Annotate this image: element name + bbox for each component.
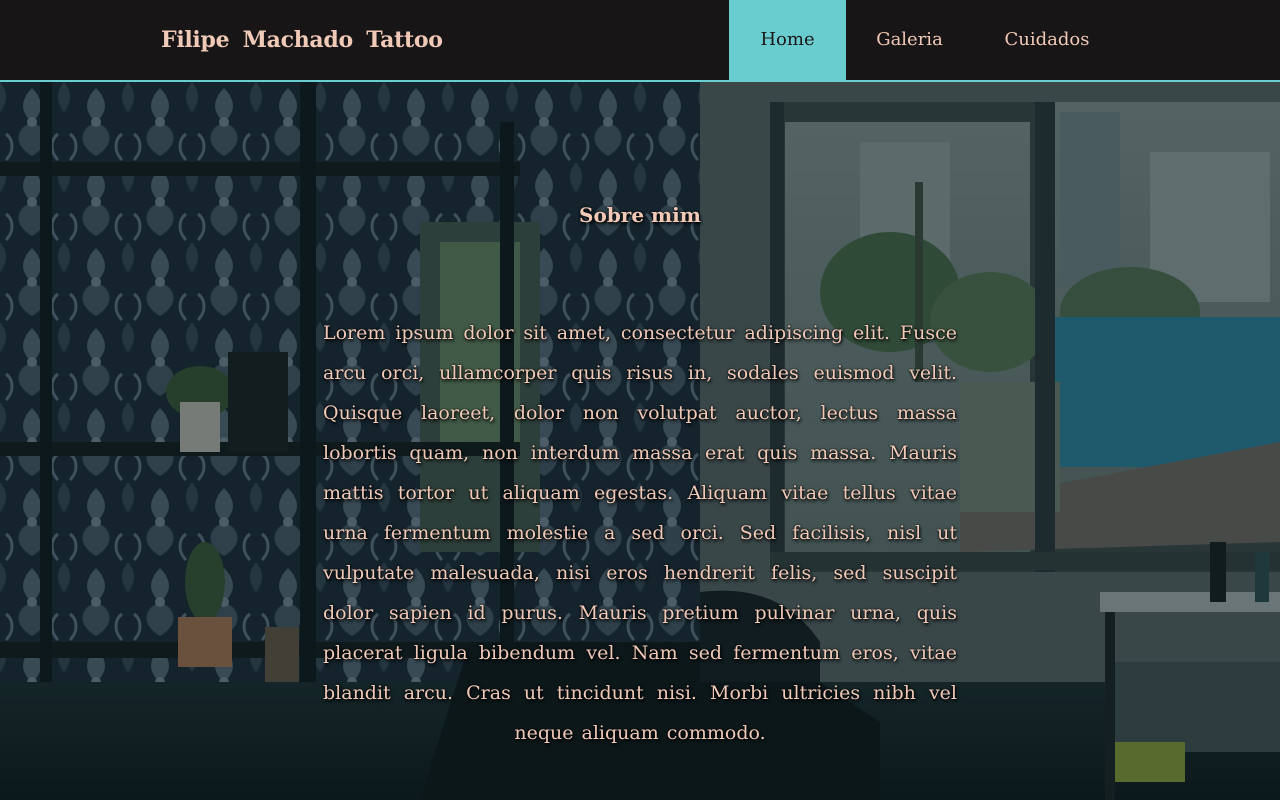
nav-galeria[interactable]: Galeria (846, 0, 973, 80)
site-brand[interactable]: Filipe Machado Tattoo (161, 0, 443, 80)
top-navbar: Filipe Machado Tattoo Home Galeria Cuida… (0, 0, 1280, 82)
nav-home[interactable]: Home (729, 0, 846, 80)
about-title: Sobre mim (579, 203, 701, 227)
about-section: Sobre mim Lorem ipsum dolor sit amet, co… (320, 82, 960, 753)
about-text: Lorem ipsum dolor sit amet, consectetur … (323, 322, 957, 744)
main-nav: Home Galeria Cuidados (729, 0, 1121, 80)
nav-cuidados[interactable]: Cuidados (973, 0, 1121, 80)
